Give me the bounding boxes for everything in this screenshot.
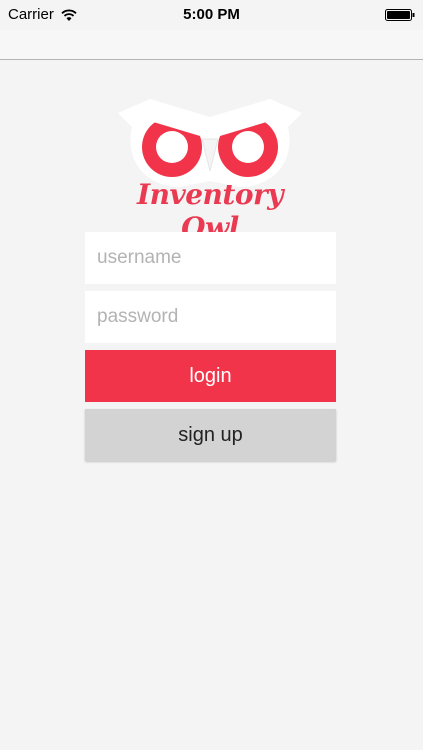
signup-button[interactable]: sign up (85, 409, 336, 461)
battery-icon (385, 9, 415, 21)
status-time: 5:00 PM (183, 6, 240, 23)
login-button-label: login (189, 364, 232, 387)
nav-bar (0, 30, 423, 60)
signup-button-label: sign up (178, 423, 243, 446)
password-input[interactable] (85, 291, 336, 343)
status-bar: Carrier 5:00 PM (0, 0, 423, 30)
login-button[interactable]: login (85, 350, 336, 402)
username-input[interactable] (85, 232, 336, 284)
